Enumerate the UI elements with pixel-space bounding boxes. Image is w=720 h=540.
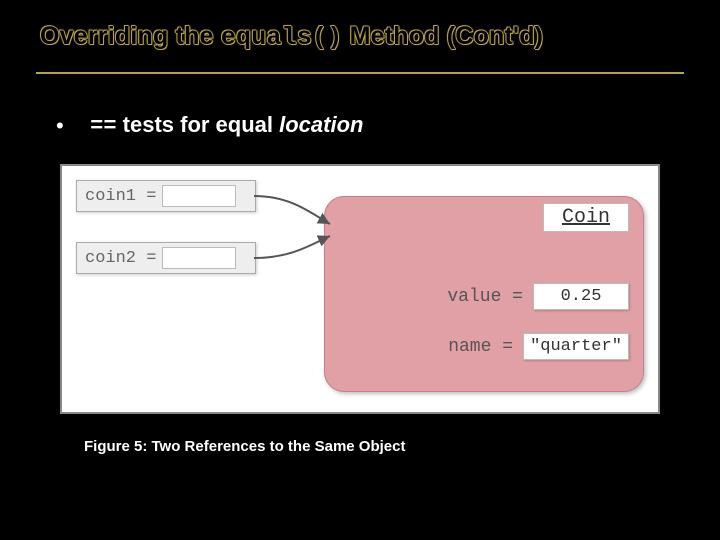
variable-box-coin1: coin1 = [76,180,256,212]
coin2-reference-slot [162,247,236,269]
field-name-label: name = [448,337,513,357]
coin1-reference-slot [162,185,236,207]
coin-class-label: Coin [543,203,629,232]
variable-box-coin2: coin2 = [76,242,256,274]
bullet-code: == [90,114,116,139]
bullet-dot: • [56,113,84,139]
bullet-text: tests for equal [117,112,280,137]
field-value-label: value = [447,287,523,307]
field-row-value: value = 0.25 [447,283,629,310]
field-name-box: "quarter" [523,333,629,360]
field-row-name: name = "quarter" [448,333,629,360]
bullet-italic: location [279,112,363,137]
field-value-box: 0.25 [533,283,629,310]
title-code: equals() [221,23,343,52]
title-pre: Overriding the [40,22,221,50]
coin1-label: coin1 = [85,187,156,206]
bullet-item: • == tests for equal location [56,112,363,139]
title-divider [36,72,684,74]
coin2-label: coin2 = [85,249,156,268]
figure-caption: Figure 5: Two References to the Same Obj… [84,438,405,455]
coin-object-card: Coin value = 0.25 name = "quarter" [324,196,644,392]
figure-frame: coin1 = coin2 = Coin value = 0.25 name =… [60,164,660,414]
slide-title: Overriding the equals() Method (Cont'd) [40,22,680,52]
title-post: Method (Cont'd) [342,22,543,50]
